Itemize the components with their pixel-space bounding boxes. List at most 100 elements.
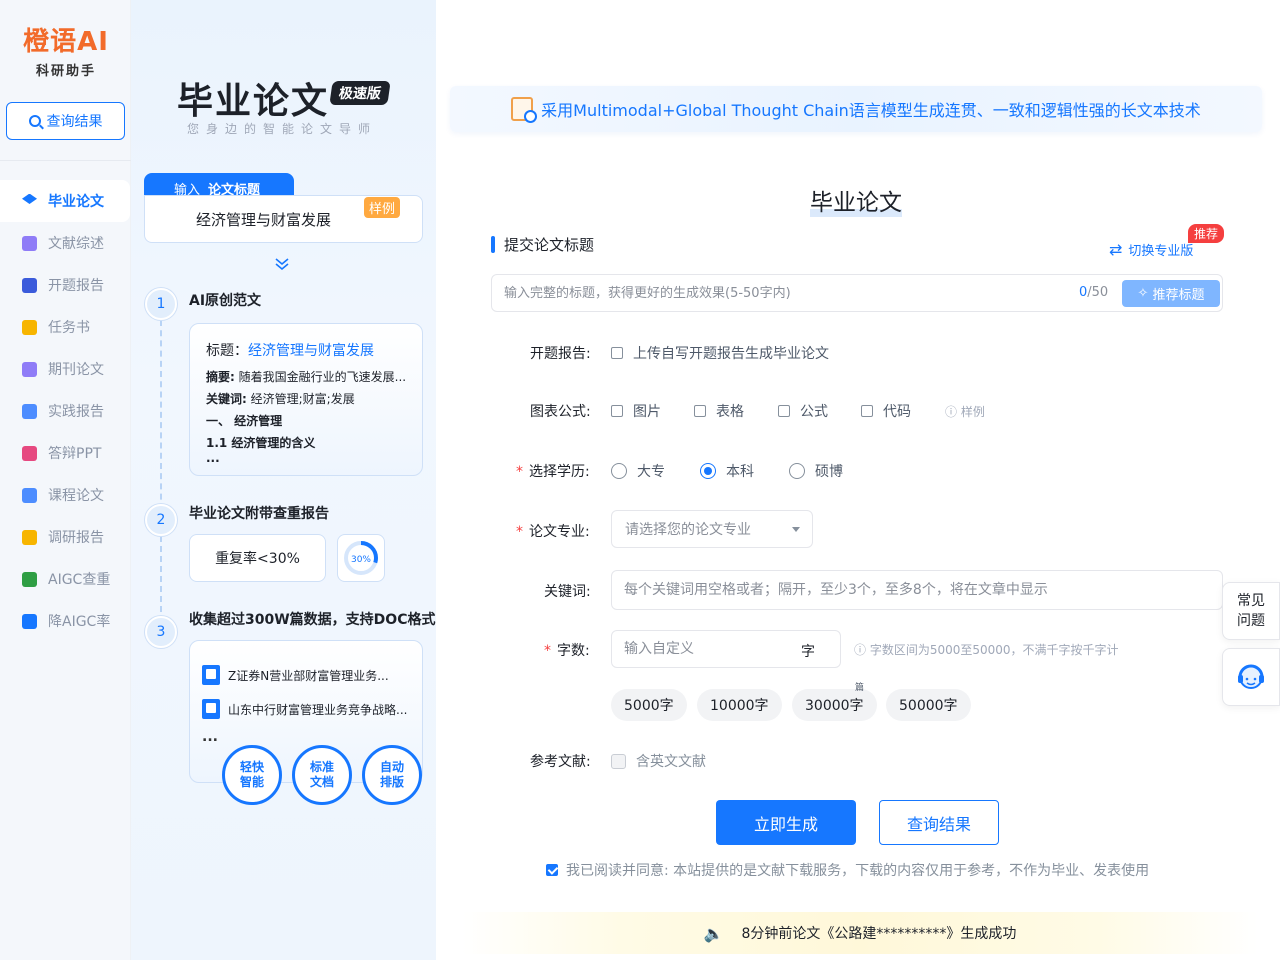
query-result-button[interactable]: 查询结果: [879, 800, 999, 845]
task-icon: [22, 319, 37, 335]
reduce-aigc-icon: [22, 613, 37, 629]
sidebar-item-label: 期刊论文: [48, 362, 104, 378]
card-abstract-row: 摘要: 随着我国金融行业的飞速发展...: [206, 368, 422, 385]
degree-radio-master-phd[interactable]: 硕博: [789, 461, 843, 481]
card-heading-2: 1.1 经济管理的含义: [206, 436, 316, 450]
wordcount-chip-10000[interactable]: 10000字: [697, 689, 782, 721]
faq-floating-button[interactable]: 常见 问题: [1222, 582, 1280, 640]
wordcount-chip-30000[interactable]: 30000字: [792, 689, 877, 721]
title-input[interactable]: [504, 275, 1064, 311]
search-icon: [28, 115, 41, 127]
wordcount-input[interactable]: [624, 631, 784, 667]
degree-label-text: 选择学历:: [529, 464, 590, 480]
document-list-icon: [22, 235, 37, 251]
faq-label: 常见 问题: [1237, 593, 1265, 629]
card-abstract-value: 随着我国金融行业的飞速发展...: [238, 370, 407, 384]
customer-service-button[interactable]: [1222, 648, 1280, 706]
sidebar-item-label: 毕业论文: [48, 194, 104, 210]
repeat-rate-pill: 重复率<30%: [189, 534, 326, 582]
step-number: 1: [145, 288, 177, 320]
journal-icon: [22, 361, 37, 377]
agreement-text: 我已阅读并同意: 本站提供的是文献下载服务，下载的内容仅用于参考，不作为毕业、发…: [566, 863, 1150, 879]
card-title-label: 标题：: [206, 343, 248, 359]
step-number: 2: [145, 504, 177, 536]
sidebar-item-reduce-aigc[interactable]: 降AIGC率: [0, 600, 131, 642]
info-icon: ⓘ: [854, 643, 870, 657]
major-select-placeholder: 请选择您的论文专业: [625, 522, 751, 538]
sample-essay-card: 标题：经济管理与财富发展 摘要: 随着我国金融行业的飞速发展... 关键词: 经…: [189, 323, 423, 476]
sidebar-item-practice-report[interactable]: 实践报告: [0, 390, 131, 432]
proposal-label: 开题报告:: [530, 346, 591, 362]
swap-icon: ⇄: [1109, 240, 1123, 259]
degree-radio-bachelor[interactable]: 本科: [700, 461, 754, 481]
customer-service-icon: [1238, 664, 1264, 689]
degree-label: * 选择学历:: [516, 461, 590, 481]
chevron-down-icon: [275, 258, 289, 271]
recommend-title-button[interactable]: ✧ 推荐标题: [1122, 280, 1220, 307]
title-char-counter: 0/50: [1079, 285, 1108, 300]
step-title: 毕业论文附带查重报告: [189, 506, 329, 522]
radio-circle: [700, 463, 716, 479]
agreement-checkbox[interactable]: 我已阅读并同意: 本站提供的是文献下载服务，下载的内容仅用于参考，不作为毕业、发…: [546, 860, 1149, 880]
step-connector: [160, 320, 162, 520]
sidebar-item-aigc-check[interactable]: AIGC查重: [0, 558, 131, 600]
sample-tag: 样例: [363, 197, 400, 218]
survey-icon: [22, 529, 37, 545]
doc-list-item: Z证券N营业部财富管理业务...: [202, 665, 389, 685]
doc-list-item: 山东中行财富管理业务竞争战略...: [202, 699, 407, 719]
sidebar-item-proposal[interactable]: 开题报告: [0, 264, 131, 306]
wordcount-label: * 字数:: [544, 640, 590, 660]
option-formula-checkbox[interactable]: 公式: [778, 401, 828, 421]
reference-english-checkbox[interactable]: 含英文文献: [611, 751, 706, 771]
major-select[interactable]: 请选择您的论文专业: [611, 510, 813, 548]
checkbox-box: [611, 753, 626, 769]
card-title-value: 经济管理与财富发展: [248, 343, 374, 359]
logo-subtitle: 科研助手: [35, 64, 96, 79]
option-code-checkbox[interactable]: 代码: [861, 401, 911, 421]
doc-title: Z证券N营业部财富管理业务...: [228, 668, 389, 683]
sidebar-item-task-book[interactable]: 任务书: [0, 306, 131, 348]
ring-value: 30%: [351, 555, 371, 565]
repeat-rate-ring: 30%: [337, 534, 385, 582]
intro-subtitle: 您身边的智能论文导师: [187, 122, 378, 136]
generate-button[interactable]: 立即生成: [716, 800, 856, 845]
wordcount-chip-5000[interactable]: 5000字: [611, 689, 687, 721]
proposal-option-label: 上传自写开题报告生成毕业论文: [633, 346, 829, 362]
radio-circle: [789, 463, 805, 479]
chart-formula-label: 图表公式:: [530, 404, 591, 420]
sidebar-item-label: 降AIGC率: [48, 614, 111, 630]
option-table-checkbox[interactable]: 表格: [694, 401, 744, 421]
sidebar-item-defense-ppt[interactable]: 答辩PPT: [0, 432, 131, 474]
sidebar-item-label: 任务书: [48, 320, 90, 336]
card-abstract-label: 摘要:: [206, 370, 235, 384]
notice-text: 8分钟前论文《公路建**********》生成成功: [741, 926, 1017, 942]
sidebar-item-label: 调研报告: [48, 530, 104, 546]
degree-radio-junior[interactable]: 大专: [611, 461, 665, 481]
sidebar-item-journal[interactable]: 期刊论文: [0, 348, 131, 390]
speaker-icon: 🔈: [703, 923, 724, 943]
keywords-input[interactable]: [611, 570, 1223, 610]
course-icon: [22, 487, 37, 503]
sidebar-query-button[interactable]: 查询结果: [6, 102, 125, 140]
sidebar-item-graduation-thesis[interactable]: 毕业论文: [0, 180, 130, 222]
sample-title: 经济管理与财富发展: [195, 210, 331, 229]
feature-tag-standard: 标准 文档: [292, 745, 352, 805]
feature-tag-label: 轻快 智能: [239, 760, 264, 789]
sidebar-item-literature-review[interactable]: 文献综述: [0, 222, 131, 264]
wordcount-chip-50000[interactable]: 50000字: [886, 689, 971, 721]
switch-pro-version[interactable]: ⇄ 切换专业版: [1109, 240, 1193, 259]
report-icon: [22, 277, 37, 293]
reference-label: 参考文献:: [530, 754, 591, 770]
checkbox-box: [611, 405, 623, 417]
radio-label: 本科: [726, 464, 754, 480]
recommend-badge: 推荐: [1188, 224, 1225, 243]
sidebar-item-survey-report[interactable]: 调研报告: [0, 516, 131, 558]
sample-hint-label: 样例: [960, 405, 985, 419]
section-title: 提交论文标题: [504, 236, 595, 254]
sample-hint-link[interactable]: ⓘ 样例: [945, 403, 985, 420]
aigc-check-icon: [22, 571, 37, 587]
sidebar-item-course-paper[interactable]: 课程论文: [0, 474, 131, 516]
ppt-icon: [22, 445, 37, 461]
option-image-checkbox[interactable]: 图片: [611, 401, 661, 421]
proposal-checkbox[interactable]: 上传自写开题报告生成毕业论文: [611, 343, 829, 363]
